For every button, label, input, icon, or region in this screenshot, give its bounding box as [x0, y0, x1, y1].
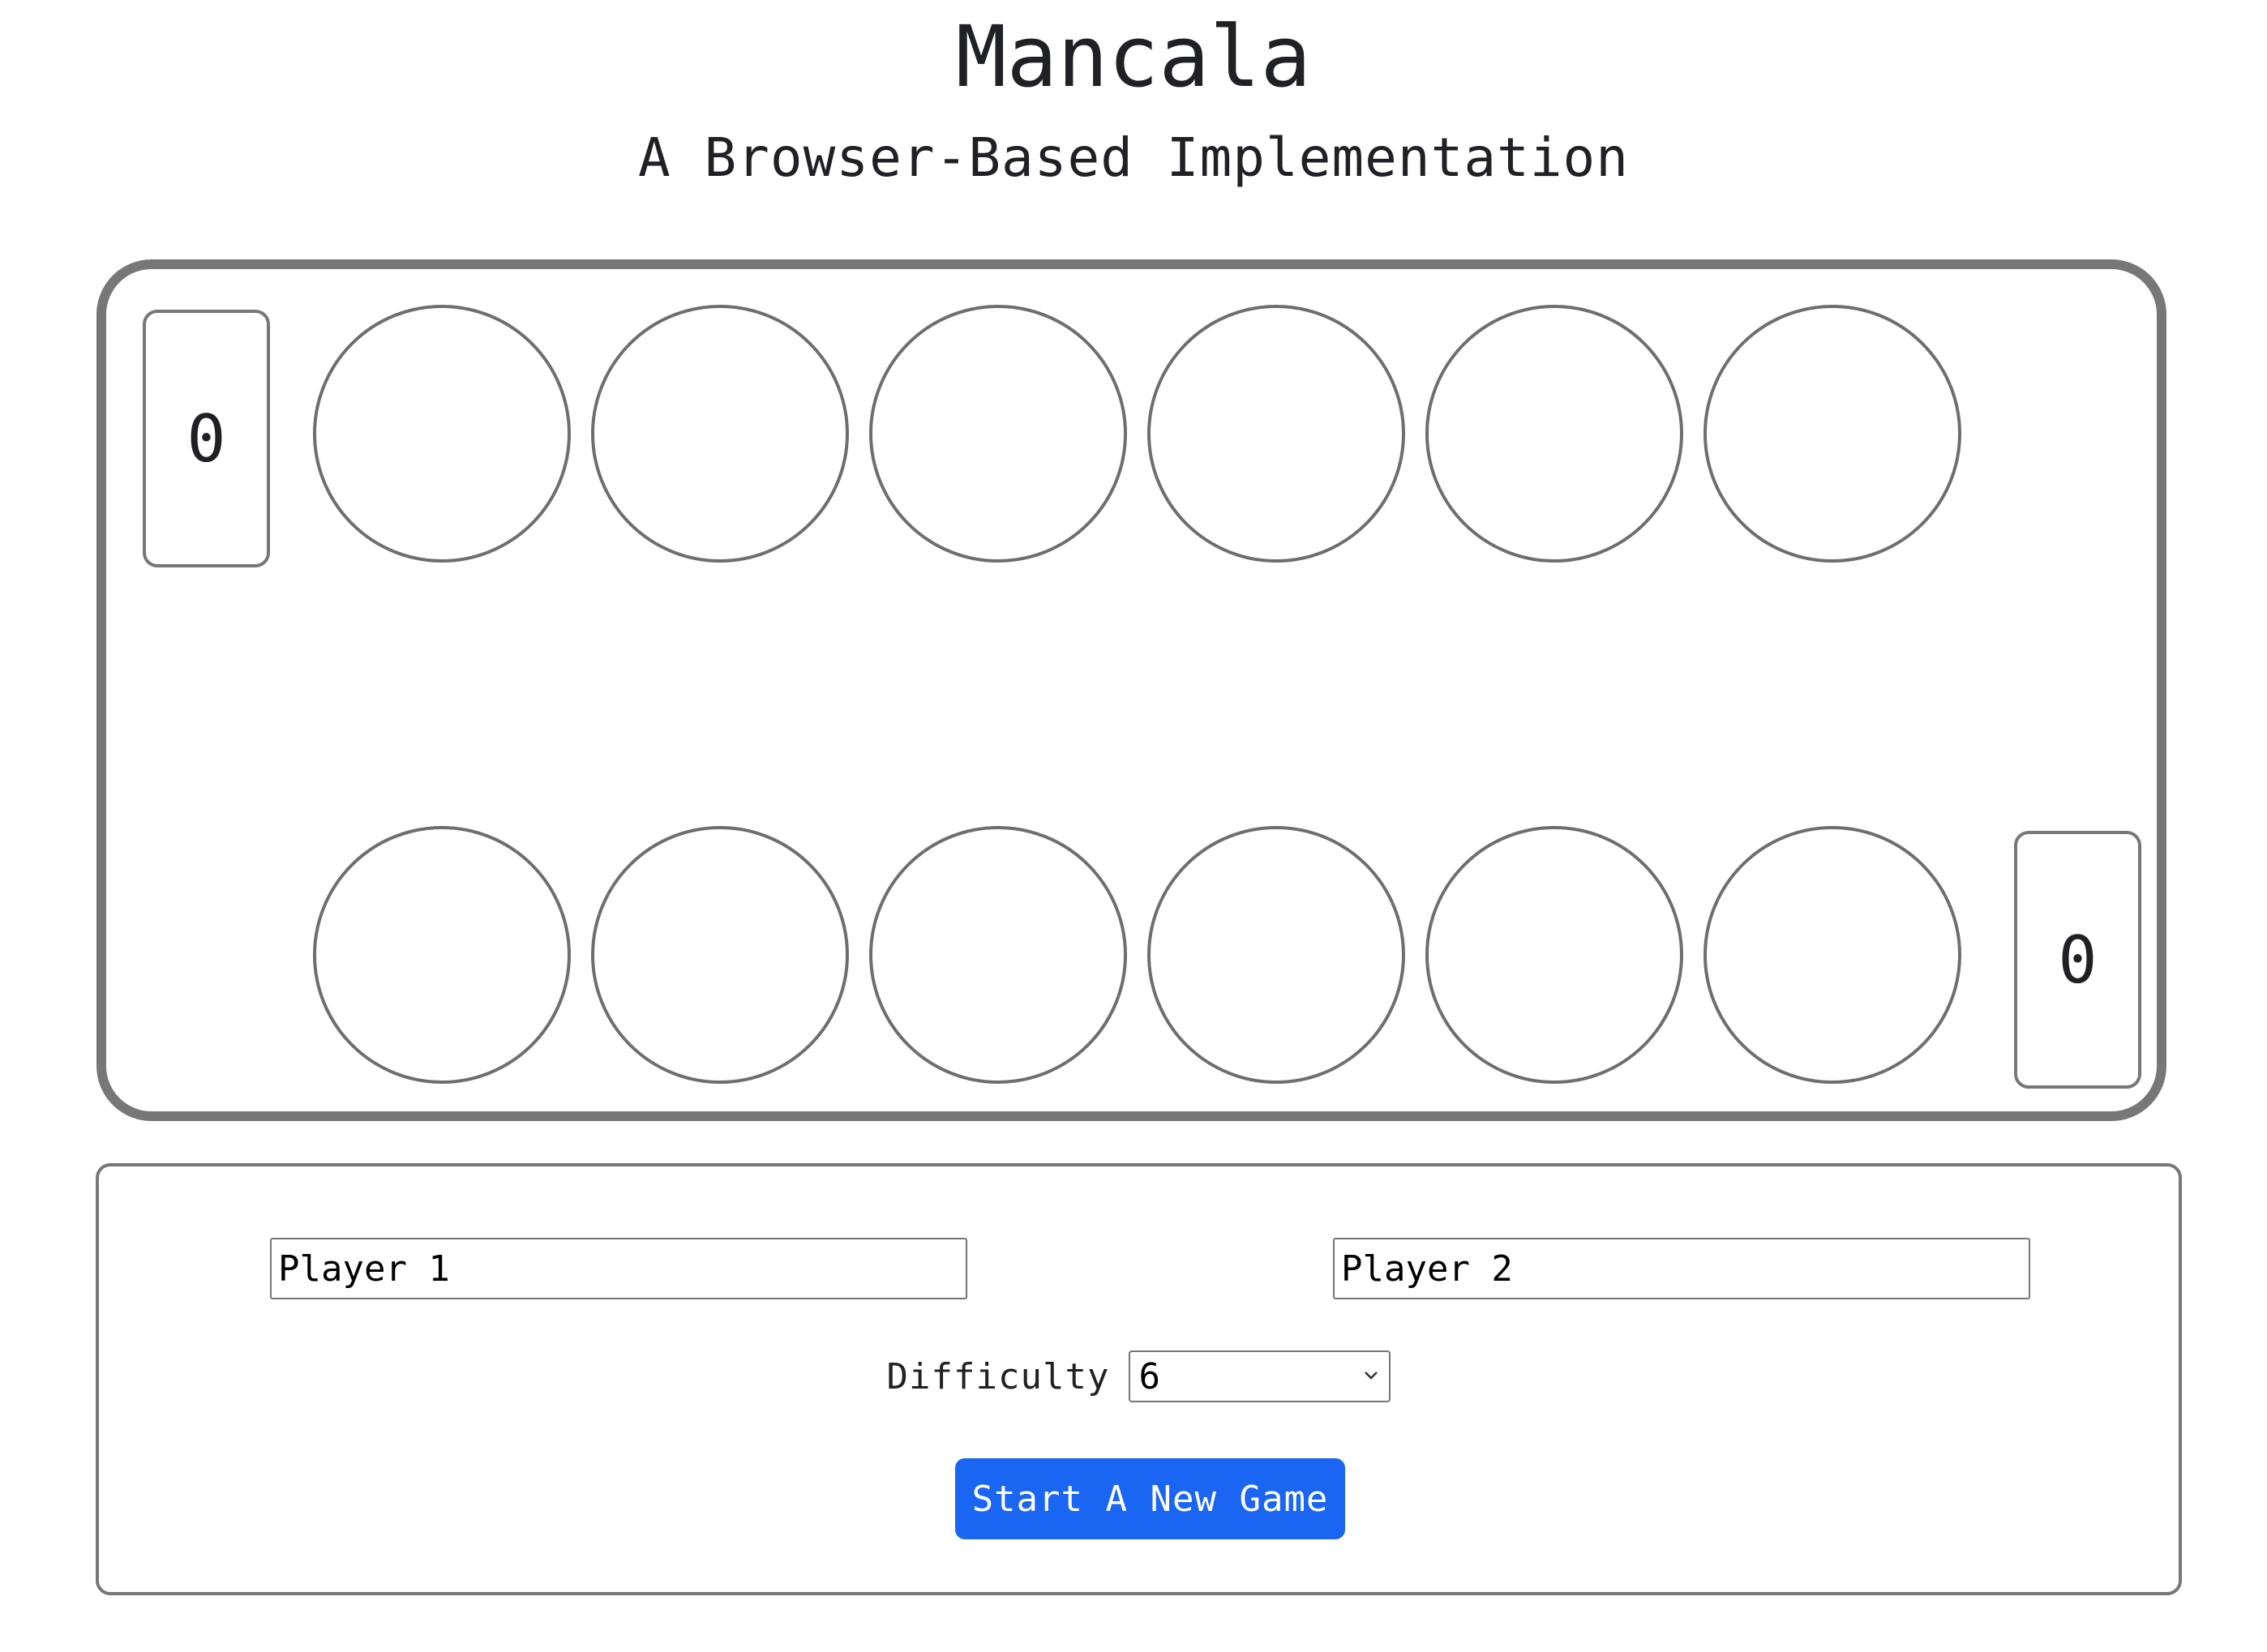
bottom-pit-2[interactable] — [591, 826, 849, 1084]
difficulty-label: Difficulty — [886, 1355, 1110, 1397]
top-pit-5[interactable] — [1425, 305, 1683, 563]
top-pit-3[interactable] — [869, 305, 1127, 563]
top-pit-6[interactable] — [1703, 305, 1961, 563]
game-controls-panel: Difficulty 6 Start A New Game — [96, 1163, 2182, 1595]
bottom-pit-1[interactable] — [313, 826, 571, 1084]
difficulty-select[interactable]: 6 — [1129, 1350, 1391, 1402]
right-store[interactable]: 0 — [2014, 831, 2141, 1089]
player1-name-input[interactable] — [270, 1238, 967, 1299]
chevron-down-icon — [1365, 1372, 1378, 1380]
top-pit-2[interactable] — [591, 305, 849, 563]
page-subtitle: A Browser-Based Implementation — [637, 126, 1630, 189]
difficulty-row: Difficulty 6 — [99, 1350, 2179, 1403]
bottom-pit-4[interactable] — [1147, 826, 1405, 1084]
difficulty-selected-value: 6 — [1138, 1355, 1160, 1397]
bottom-pit-6[interactable] — [1703, 826, 1961, 1084]
page-title: Mancala — [955, 7, 1312, 106]
mancala-board: 0 0 — [96, 259, 2166, 1121]
left-store[interactable]: 0 — [143, 310, 270, 567]
bottom-pit-5[interactable] — [1425, 826, 1683, 1084]
player2-name-input[interactable] — [1333, 1238, 2030, 1299]
top-pit-1[interactable] — [313, 305, 571, 563]
bottom-pit-3[interactable] — [869, 826, 1127, 1084]
start-new-game-button[interactable]: Start A New Game — [955, 1458, 1345, 1539]
top-pit-4[interactable] — [1147, 305, 1405, 563]
